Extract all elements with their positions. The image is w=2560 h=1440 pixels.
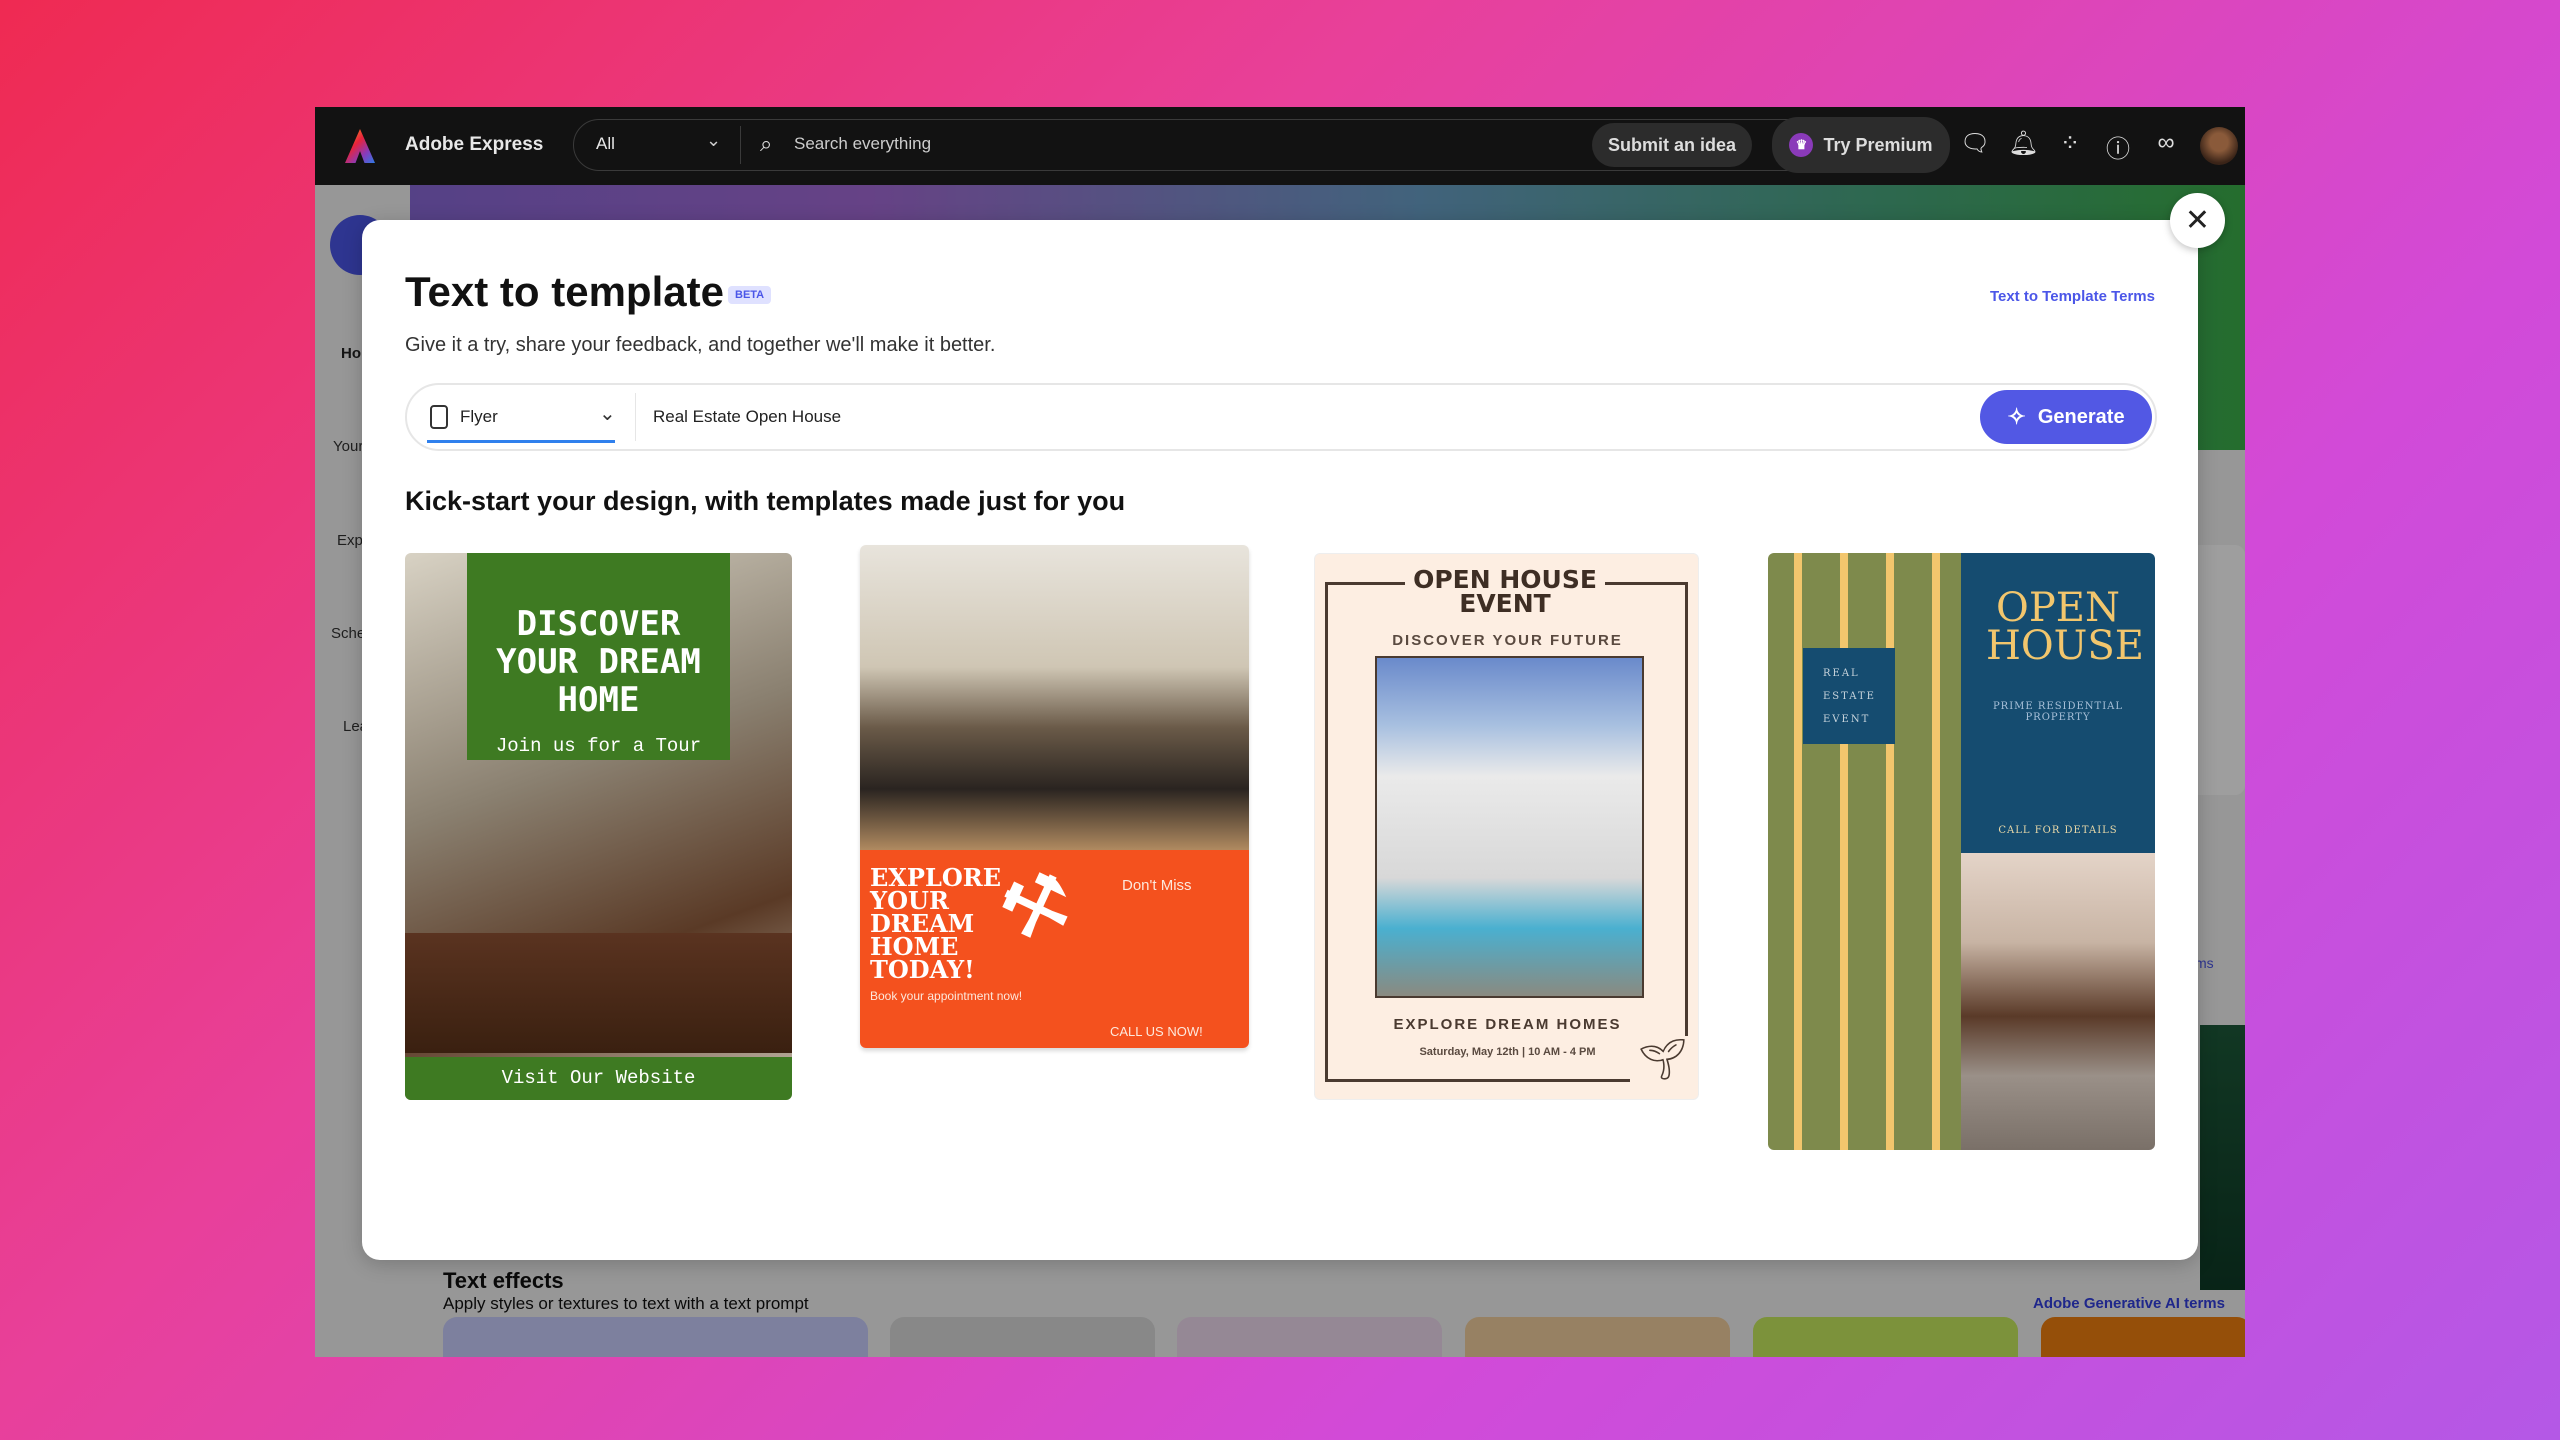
footer: CALL US NOW! [1110, 1024, 1203, 1039]
help-icon[interactable]: ⓘ [2103, 129, 2133, 164]
generate-label: Generate [2037, 405, 2125, 428]
template-card[interactable]: EXPLORE YOUR DREAM HOME TODAY! ⚒ Don't M… [860, 545, 1249, 1048]
template-card[interactable]: DISCOVER YOUR DREAM HOME Join us for a T… [405, 553, 792, 1100]
avatar[interactable] [2200, 127, 2238, 165]
dialog-title: Text to template [405, 268, 724, 315]
subline: Book your appointment now! [870, 989, 1023, 1003]
generate-sparkle-icon: ✧ [2007, 404, 2026, 429]
orange-panel: EXPLORE YOUR DREAM HOME TODAY! ⚒ Don't M… [860, 850, 1249, 1048]
type-select-value: Flyer [460, 407, 498, 426]
plant-hand-icon: 🌱︎ [1630, 1036, 1695, 1092]
living-room-photo [405, 933, 792, 1053]
close-icon: ✕ [2184, 204, 2211, 237]
search-input[interactable]: Search everything [794, 134, 931, 154]
crown-icon: ♛ [1789, 133, 1814, 157]
try-premium-button[interactable]: ♛ Try Premium [1772, 117, 1950, 173]
footer-bar: Visit Our Website [405, 1057, 792, 1100]
divider [635, 393, 636, 441]
select-underline [427, 440, 615, 443]
terms-link[interactable]: Text to Template Terms [1990, 288, 2155, 305]
bedroom-photo [1961, 853, 2155, 1150]
template-card[interactable]: REAL ESTATE EVENT OPEN HOUSE PRIME RESID… [1768, 553, 2155, 1150]
headline: OPEN HOUSE [1986, 585, 2144, 669]
text-to-template-dialog: Text to template BETA Text to Template T… [362, 220, 2198, 1260]
hammer-icon: ⚒ [986, 852, 1085, 961]
aside: Don't Miss [1122, 877, 1192, 894]
beta-badge: BETA [728, 286, 772, 304]
subline: DISCOVER YOUR FUTURE [1392, 632, 1623, 649]
house-photo [1375, 656, 1644, 998]
prompt-bar: Flyer ⌄ Real Estate Open House ✧ Generat… [405, 383, 2157, 451]
adobe-express-logo[interactable] [345, 129, 375, 163]
top-bar: Adobe Express All ⌄ ⌕ Search everything … [315, 107, 2245, 185]
event-box: REAL ESTATE EVENT [1803, 648, 1895, 744]
headline: DISCOVER YOUR DREAM HOME [496, 604, 701, 720]
headline: EXPLORE YOUR DREAM HOME TODAY! [870, 863, 1001, 984]
chevron-down-icon: ⌄ [599, 403, 616, 425]
chat-icon[interactable]: 🗨 [1960, 129, 1990, 158]
footer: CALL FOR DETAILS [1998, 825, 2118, 836]
subline: Join us for a Tour [495, 735, 702, 757]
generate-button[interactable]: ✧ Generate [1980, 390, 2152, 444]
divider [740, 126, 741, 164]
creative-cloud-icon[interactable]: ∞ [2151, 129, 2181, 157]
submit-idea-button[interactable]: Submit an idea [1592, 123, 1752, 167]
section-heading: Kick-start your design, with templates m… [405, 486, 1126, 516]
subline: PRIME RESIDENTIAL PROPERTY [1992, 701, 2124, 723]
chevron-down-icon: ⌄ [706, 130, 722, 150]
search-icon: ⌕ [760, 131, 773, 156]
try-premium-label: Try Premium [1823, 134, 1933, 155]
navy-panel: OPEN HOUSE PRIME RESIDENTIAL PROPERTY CA… [1961, 553, 2155, 853]
template-type-select[interactable]: Flyer ⌄ [427, 385, 617, 449]
template-card[interactable]: OPEN HOUSE EVENT DISCOVER YOUR FUTURE EX… [1314, 553, 1699, 1100]
prompt-input[interactable]: Real Estate Open House [653, 407, 841, 427]
headline: OPEN HOUSE EVENT [1405, 567, 1605, 616]
pattern-panel [1768, 553, 1961, 1150]
flyer-icon [430, 405, 448, 429]
close-button[interactable]: ✕ [2170, 193, 2225, 248]
bell-icon[interactable]: 🔔︎ [2008, 129, 2038, 158]
kitchen-photo [860, 545, 1249, 850]
dialog-subtitle: Give it a try, share your feedback, and … [405, 334, 996, 356]
scope-select[interactable]: All [596, 134, 615, 154]
headline-block: DISCOVER YOUR DREAM HOME Join us for a T… [467, 553, 730, 760]
app-name: Adobe Express [405, 134, 544, 155]
apps-grid-icon[interactable]: ⁘ [2055, 129, 2085, 158]
tagline: EXPLORE DREAM HOMES [1393, 1016, 1622, 1033]
